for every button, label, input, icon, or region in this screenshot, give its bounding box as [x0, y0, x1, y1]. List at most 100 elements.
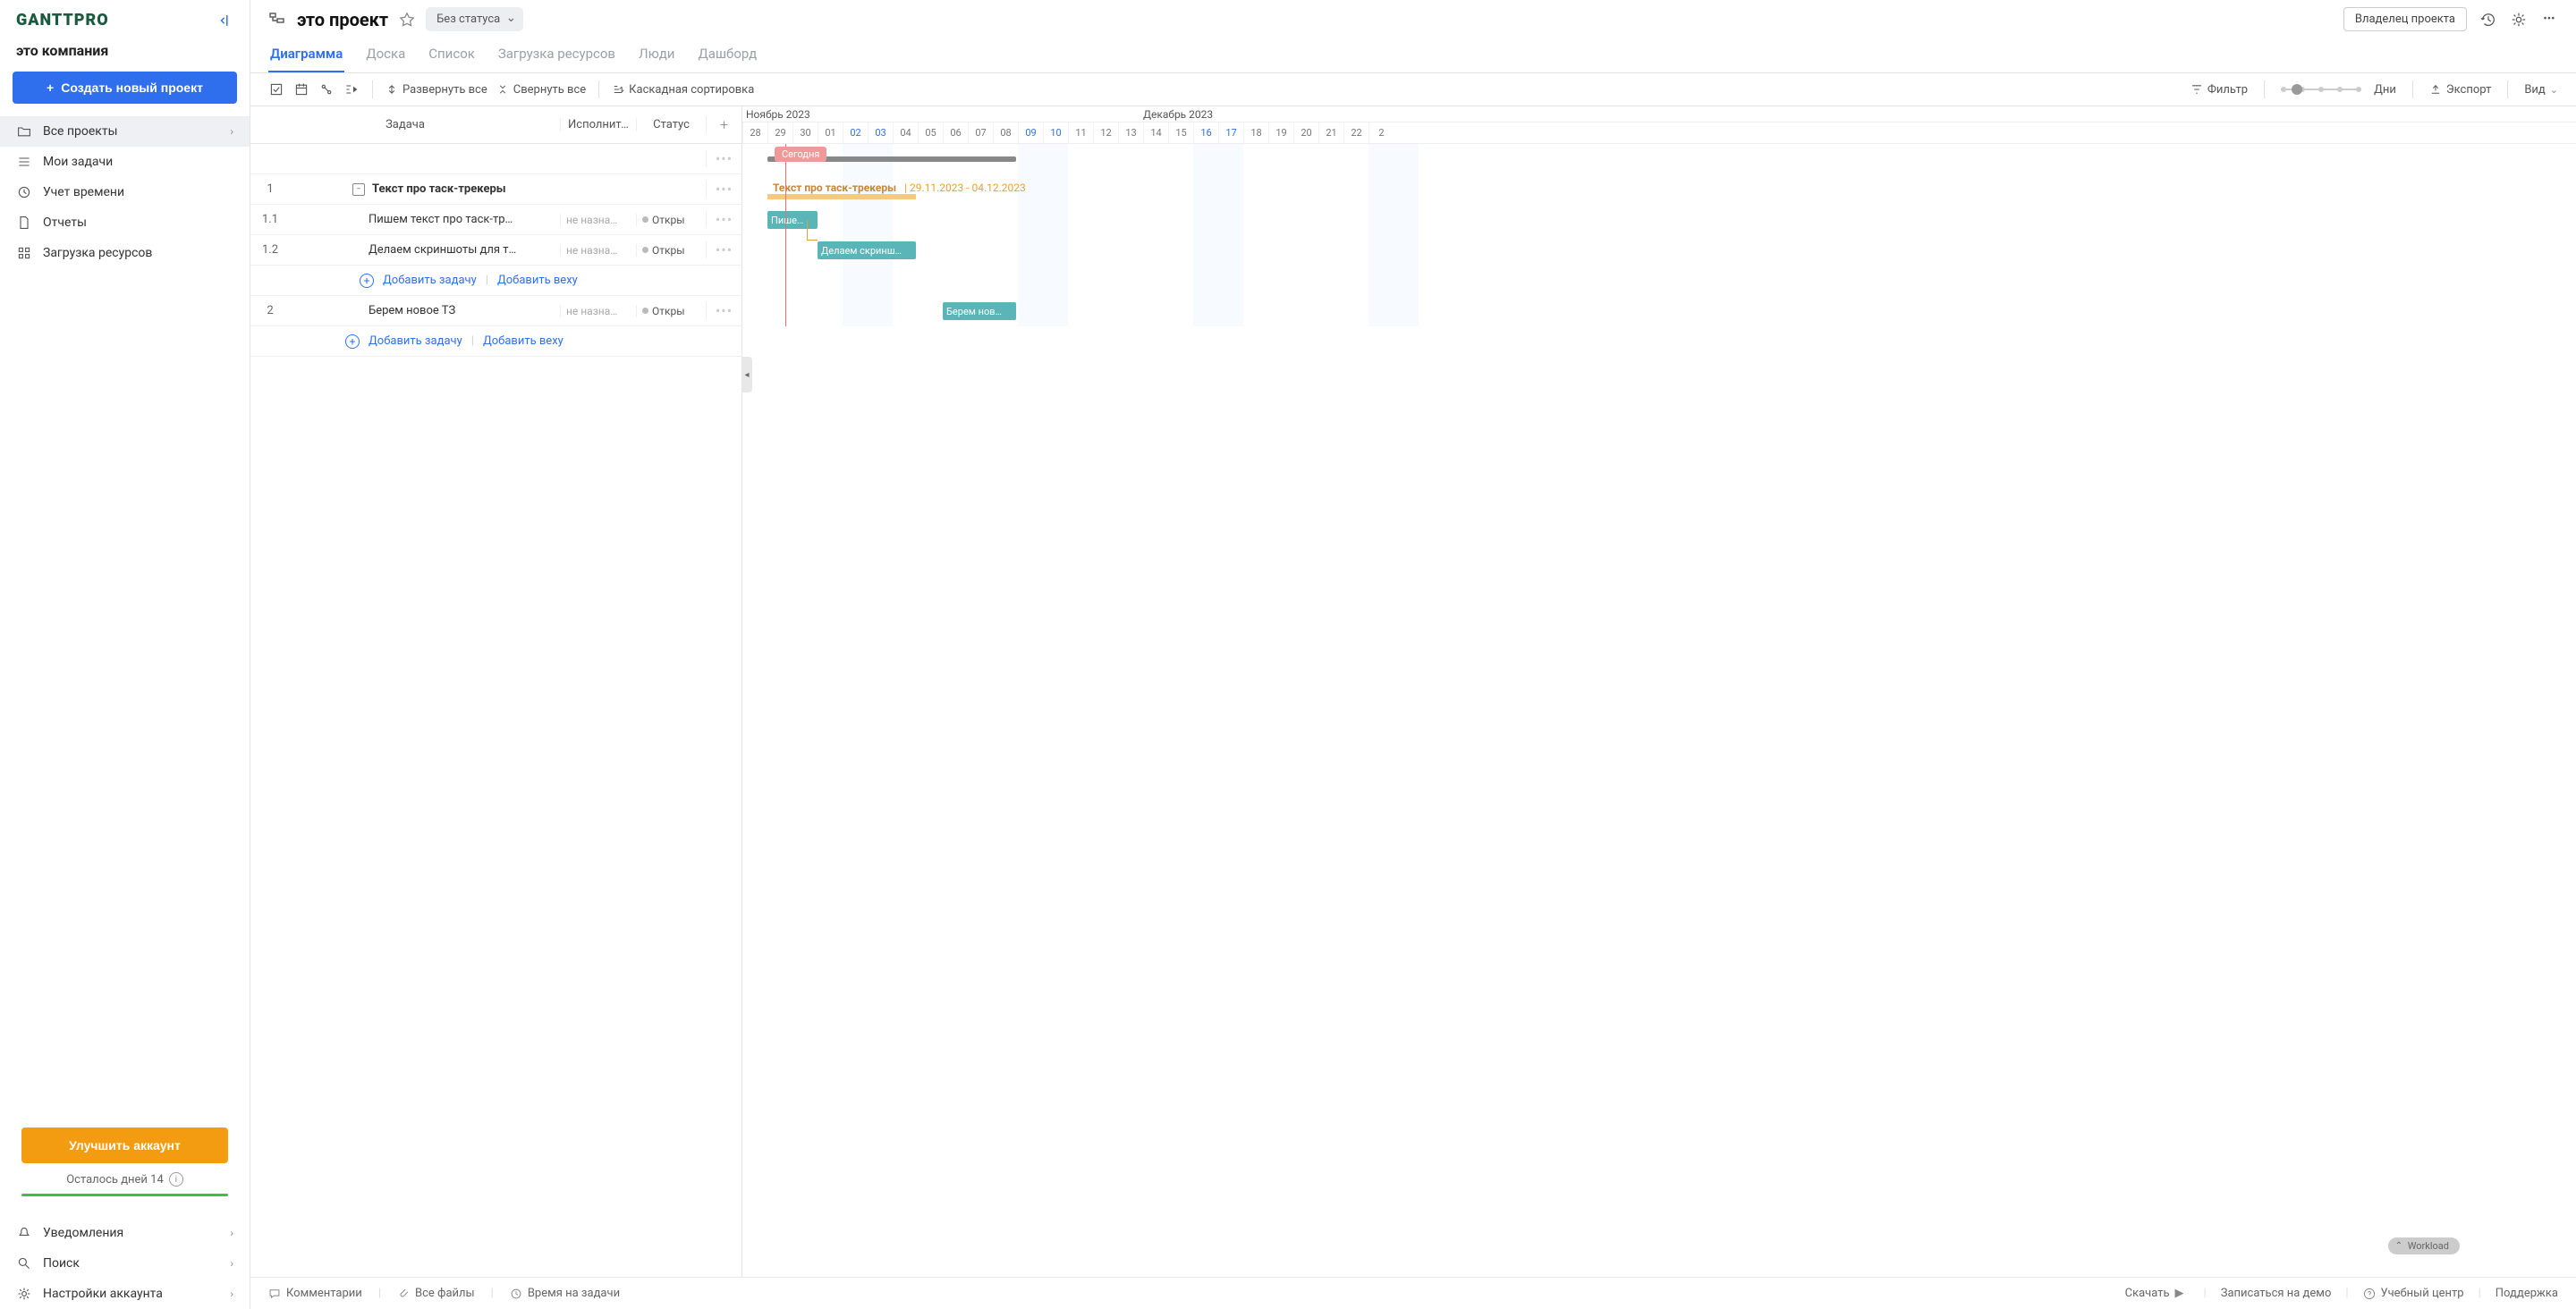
checkbox-icon[interactable]	[268, 82, 284, 97]
task-name[interactable]: Делаем скриншоты для т…	[369, 243, 516, 257]
assignee-cell[interactable]: не назна…	[560, 244, 636, 257]
day-header-cell: 16	[1193, 122, 1218, 143]
star-icon[interactable]	[399, 12, 415, 28]
chevron-right-icon: ›	[230, 1288, 233, 1300]
project-owner-button[interactable]: Владелец проекта	[2343, 7, 2467, 31]
tab-board[interactable]: Доска	[364, 40, 407, 72]
day-header-cell: 14	[1143, 122, 1168, 143]
info-icon[interactable]: i	[169, 1172, 183, 1187]
days-left-label: Осталось дней 14	[66, 1173, 164, 1187]
create-project-button[interactable]: + Создать новый проект	[13, 72, 237, 104]
collapse-grid-handle[interactable]: ◂	[742, 357, 752, 393]
footer-all-files[interactable]: Все файлы	[397, 1287, 475, 1300]
footer-download[interactable]: Скачать▶	[2125, 1287, 2190, 1300]
task-bar[interactable]: Делаем скринш…	[818, 241, 916, 259]
sidebar-item-notifications[interactable]: Уведомления ›	[0, 1218, 250, 1248]
filter-button[interactable]: Фильтр	[2190, 83, 2248, 97]
add-task-icon[interactable]: +	[360, 274, 374, 288]
row-menu-icon[interactable]: •••	[706, 211, 741, 228]
link-icon[interactable]	[318, 82, 335, 97]
add-milestone-link[interactable]: Добавить веху	[497, 274, 578, 287]
chevron-right-icon: ›	[230, 1257, 233, 1270]
tab-dashboard[interactable]: Дашборд	[696, 40, 758, 72]
table-row[interactable]: 2 Берем новое ТЗ не назна… Откры •••	[250, 296, 741, 326]
task-grid: Задача Исполнитель Статус + ••• 1	[250, 106, 742, 1277]
status-cell[interactable]: Откры	[636, 305, 706, 317]
collapse-all-button[interactable]: Свернуть все	[496, 83, 586, 97]
footer: Комментарии | Все файлы | Время на задач…	[250, 1277, 2576, 1309]
tab-diagram[interactable]: Диаграмма	[268, 40, 344, 72]
collapse-task-icon[interactable]: −	[352, 183, 365, 196]
tab-people[interactable]: Люди	[637, 40, 676, 72]
status-cell[interactable]: Откры	[636, 244, 706, 257]
add-task-icon[interactable]: +	[345, 334, 360, 349]
cascade-sort-button[interactable]: Каскадная сортировка	[612, 83, 754, 97]
add-task-link[interactable]: Добавить задачу	[369, 334, 462, 348]
day-header-cell: 19	[1268, 122, 1293, 143]
play-store-icon: ▶	[2175, 1287, 2184, 1300]
tab-workload[interactable]: Загрузка ресурсов	[496, 40, 617, 72]
more-icon[interactable]: •••	[2540, 13, 2558, 26]
zoom-slider[interactable]	[2281, 89, 2361, 90]
row-menu-icon[interactable]: •••	[706, 181, 741, 198]
column-header-task[interactable]: Задача	[250, 118, 560, 131]
table-row[interactable]: 1.1 Пишем текст про таск-тр… не назна… О…	[250, 205, 741, 235]
history-icon[interactable]	[2479, 12, 2497, 28]
project-status-select[interactable]: Без статуса	[426, 7, 523, 31]
today-line	[785, 144, 786, 326]
footer-support[interactable]: Поддержка	[2496, 1287, 2558, 1300]
settings-icon[interactable]	[2510, 12, 2528, 28]
footer-comments[interactable]: Комментарии	[268, 1287, 362, 1300]
row-number: 1.2	[250, 243, 290, 257]
workload-toggle[interactable]: Workload	[2388, 1237, 2460, 1254]
add-milestone-link[interactable]: Добавить веху	[483, 334, 564, 348]
month-label-nov: Ноябрь 2023	[742, 106, 818, 122]
table-row[interactable]: 1.2 Делаем скриншоты для т… не назна… От…	[250, 235, 741, 266]
column-header-status[interactable]: Статус	[636, 118, 706, 131]
assignee-cell[interactable]: не назна…	[560, 214, 636, 226]
footer-book-demo[interactable]: Записаться на демо	[2221, 1287, 2332, 1300]
calendar-icon[interactable]	[293, 82, 309, 97]
sidebar-item-workload[interactable]: Загрузка ресурсов	[0, 238, 250, 268]
task-bar[interactable]: Пише…	[767, 211, 818, 229]
task-bar[interactable]: Берем нов…	[943, 302, 1016, 320]
footer-learning-center[interactable]: Учебный центр	[2363, 1287, 2464, 1300]
table-row[interactable]: •••	[250, 144, 741, 174]
day-header-cell: 22	[1343, 122, 1368, 143]
row-menu-icon[interactable]: •••	[706, 150, 741, 167]
sidebar-item-all-projects[interactable]: Все проекты ›	[0, 116, 250, 147]
row-menu-icon[interactable]: •••	[706, 302, 741, 319]
chevron-right-icon: ›	[230, 125, 233, 138]
gantt-chart[interactable]: ◂ Ноябрь 2023 Декабрь 2023 2829300102030…	[742, 106, 2576, 1277]
hierarchy-icon[interactable]	[268, 11, 286, 29]
sidebar-item-account-settings[interactable]: Настройки аккаунта ›	[0, 1279, 250, 1309]
day-header-cell: 29	[767, 122, 792, 143]
sidebar-item-my-tasks[interactable]: Мои задачи	[0, 147, 250, 177]
sidebar-item-search[interactable]: Поиск ›	[0, 1248, 250, 1279]
status-cell[interactable]: Откры	[636, 214, 706, 226]
assignee-cell[interactable]: не назна…	[560, 305, 636, 317]
indent-icon[interactable]	[343, 82, 360, 97]
expand-all-button[interactable]: Развернуть все	[386, 83, 487, 97]
add-task-link[interactable]: Добавить задачу	[383, 274, 477, 287]
project-title[interactable]: это проект	[297, 9, 388, 30]
sidebar-item-time-tracking[interactable]: Учет времени	[0, 177, 250, 207]
day-header-cell: 06	[943, 122, 968, 143]
bell-icon	[16, 1226, 32, 1240]
collapse-sidebar-icon[interactable]	[217, 13, 233, 29]
table-row[interactable]: 1 − Текст про таск-трекеры •••	[250, 174, 741, 205]
column-header-assignee[interactable]: Исполнитель	[560, 118, 636, 131]
view-button[interactable]: Вид⌄	[2524, 83, 2558, 97]
group-summary-bar[interactable]	[767, 194, 916, 199]
task-name[interactable]: Текст про таск-трекеры	[372, 182, 506, 196]
tab-list[interactable]: Список	[427, 40, 477, 72]
upgrade-account-button[interactable]: Улучшить аккаунт	[21, 1127, 228, 1163]
task-name[interactable]: Берем новое ТЗ	[369, 304, 455, 317]
day-header-cell: 12	[1093, 122, 1118, 143]
row-menu-icon[interactable]: •••	[706, 241, 741, 258]
add-column-button[interactable]: +	[706, 116, 741, 133]
sidebar-item-reports[interactable]: Отчеты	[0, 207, 250, 238]
export-button[interactable]: Экспорт	[2429, 83, 2491, 97]
task-name[interactable]: Пишем текст про таск-тр…	[369, 213, 513, 226]
footer-time-on-task[interactable]: Время на задачи	[510, 1287, 620, 1300]
